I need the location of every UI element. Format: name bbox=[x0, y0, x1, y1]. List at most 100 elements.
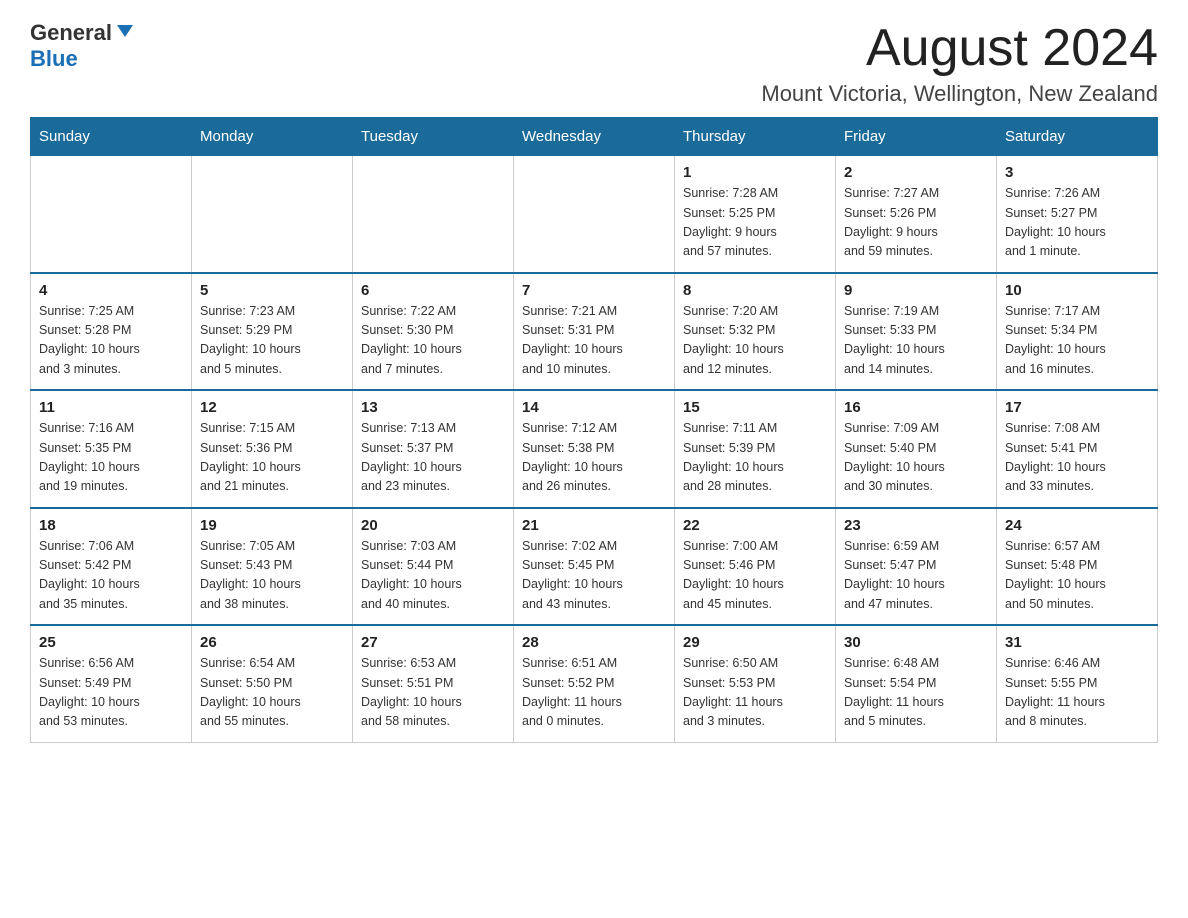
calendar-cell bbox=[514, 156, 675, 273]
day-number: 2 bbox=[844, 164, 988, 181]
calendar-cell: 20 Sunrise: 7:03 AMSunset: 5:44 PMDayligh… bbox=[353, 508, 514, 626]
logo-arrow-icon bbox=[115, 21, 135, 46]
calendar-header-row: SundayMondayTuesdayWednesdayThursdayFrid… bbox=[31, 118, 1158, 156]
day-info: Sunrise: 7:03 AMSunset: 5:44 PMDaylight:… bbox=[361, 537, 505, 615]
day-info: Sunrise: 7:05 AMSunset: 5:43 PMDaylight:… bbox=[200, 537, 344, 615]
day-number: 18 bbox=[39, 517, 183, 534]
calendar-table: SundayMondayTuesdayWednesdayThursdayFrid… bbox=[30, 117, 1158, 743]
calendar-cell: 30 Sunrise: 6:48 AMSunset: 5:54 PMDayligh… bbox=[836, 625, 997, 742]
day-info: Sunrise: 6:51 AMSunset: 5:52 PMDaylight:… bbox=[522, 654, 666, 732]
calendar-cell: 17Sunrise: 7:08 AMSunset: 5:41 PMDayligh… bbox=[997, 390, 1158, 508]
calendar-header-tuesday: Tuesday bbox=[353, 118, 514, 156]
day-number: 14 bbox=[522, 399, 666, 416]
calendar-cell: 26 Sunrise: 6:54 AMSunset: 5:50 PMDayligh… bbox=[192, 625, 353, 742]
calendar-cell: 8 Sunrise: 7:20 AMSunset: 5:32 PMDaylight… bbox=[675, 273, 836, 391]
calendar-cell: 5Sunrise: 7:23 AMSunset: 5:29 PMDaylight… bbox=[192, 273, 353, 391]
calendar-header-wednesday: Wednesday bbox=[514, 118, 675, 156]
day-number: 21 bbox=[522, 517, 666, 534]
day-info: Sunrise: 7:26 AMSunset: 5:27 PMDaylight:… bbox=[1005, 184, 1149, 262]
day-number: 9 bbox=[844, 282, 988, 299]
calendar-cell: 2 Sunrise: 7:27 AMSunset: 5:26 PMDaylight… bbox=[836, 156, 997, 273]
month-title: August 2024 bbox=[761, 20, 1158, 77]
calendar-cell: 25 Sunrise: 6:56 AMSunset: 5:49 PMDayligh… bbox=[31, 625, 192, 742]
day-info: Sunrise: 7:19 AMSunset: 5:33 PMDaylight:… bbox=[844, 302, 988, 380]
calendar-cell bbox=[192, 156, 353, 273]
day-info: Sunrise: 6:54 AMSunset: 5:50 PMDaylight:… bbox=[200, 654, 344, 732]
day-number: 26 bbox=[200, 634, 344, 651]
day-number: 30 bbox=[844, 634, 988, 651]
day-info: Sunrise: 6:53 AMSunset: 5:51 PMDaylight:… bbox=[361, 654, 505, 732]
logo: General Blue bbox=[30, 20, 135, 72]
day-info: Sunrise: 7:13 AMSunset: 5:37 PMDaylight:… bbox=[361, 419, 505, 497]
day-info: Sunrise: 7:28 AMSunset: 5:25 PMDaylight:… bbox=[683, 184, 827, 262]
day-number: 28 bbox=[522, 634, 666, 651]
day-number: 5 bbox=[200, 282, 344, 299]
day-info: Sunrise: 6:46 AMSunset: 5:55 PMDaylight:… bbox=[1005, 654, 1149, 732]
calendar-cell: 12Sunrise: 7:15 AMSunset: 5:36 PMDayligh… bbox=[192, 390, 353, 508]
day-info: Sunrise: 7:09 AMSunset: 5:40 PMDaylight:… bbox=[844, 419, 988, 497]
day-number: 27 bbox=[361, 634, 505, 651]
location-title: Mount Victoria, Wellington, New Zealand bbox=[761, 81, 1158, 107]
calendar-header-thursday: Thursday bbox=[675, 118, 836, 156]
calendar-cell bbox=[31, 156, 192, 273]
day-info: Sunrise: 7:00 AMSunset: 5:46 PMDaylight:… bbox=[683, 537, 827, 615]
day-info: Sunrise: 7:17 AMSunset: 5:34 PMDaylight:… bbox=[1005, 302, 1149, 380]
calendar-cell: 3 Sunrise: 7:26 AMSunset: 5:27 PMDaylight… bbox=[997, 156, 1158, 273]
logo-blue-text: Blue bbox=[30, 46, 78, 71]
day-number: 31 bbox=[1005, 634, 1149, 651]
day-info: Sunrise: 7:22 AMSunset: 5:30 PMDaylight:… bbox=[361, 302, 505, 380]
calendar-cell: 24 Sunrise: 6:57 AMSunset: 5:48 PMDayligh… bbox=[997, 508, 1158, 626]
day-number: 6 bbox=[361, 282, 505, 299]
calendar-header-saturday: Saturday bbox=[997, 118, 1158, 156]
day-info: Sunrise: 7:08 AMSunset: 5:41 PMDaylight:… bbox=[1005, 419, 1149, 497]
day-number: 8 bbox=[683, 282, 827, 299]
day-info: Sunrise: 7:02 AMSunset: 5:45 PMDaylight:… bbox=[522, 537, 666, 615]
calendar-cell: 7 Sunrise: 7:21 AMSunset: 5:31 PMDaylight… bbox=[514, 273, 675, 391]
calendar-cell: 23 Sunrise: 6:59 AMSunset: 5:47 PMDayligh… bbox=[836, 508, 997, 626]
logo-general-text: General bbox=[30, 20, 112, 46]
calendar-cell: 31 Sunrise: 6:46 AMSunset: 5:55 PMDayligh… bbox=[997, 625, 1158, 742]
calendar-cell: 9 Sunrise: 7:19 AMSunset: 5:33 PMDaylight… bbox=[836, 273, 997, 391]
day-info: Sunrise: 6:48 AMSunset: 5:54 PMDaylight:… bbox=[844, 654, 988, 732]
calendar-cell: 28 Sunrise: 6:51 AMSunset: 5:52 PMDayligh… bbox=[514, 625, 675, 742]
day-number: 20 bbox=[361, 517, 505, 534]
day-number: 25 bbox=[39, 634, 183, 651]
page-header: General Blue August 2024 Mount Victoria,… bbox=[30, 20, 1158, 107]
calendar-cell: 4Sunrise: 7:25 AMSunset: 5:28 PMDaylight… bbox=[31, 273, 192, 391]
day-info: Sunrise: 7:16 AMSunset: 5:35 PMDaylight:… bbox=[39, 419, 183, 497]
day-info: Sunrise: 6:56 AMSunset: 5:49 PMDaylight:… bbox=[39, 654, 183, 732]
day-info: Sunrise: 6:59 AMSunset: 5:47 PMDaylight:… bbox=[844, 537, 988, 615]
day-number: 15 bbox=[683, 399, 827, 416]
calendar-cell: 15 Sunrise: 7:11 AMSunset: 5:39 PMDayligh… bbox=[675, 390, 836, 508]
title-section: August 2024 Mount Victoria, Wellington, … bbox=[761, 20, 1158, 107]
day-number: 16 bbox=[844, 399, 988, 416]
calendar-week-row: 25 Sunrise: 6:56 AMSunset: 5:49 PMDayligh… bbox=[31, 625, 1158, 742]
calendar-cell: 16 Sunrise: 7:09 AMSunset: 5:40 PMDayligh… bbox=[836, 390, 997, 508]
calendar-cell: 10 Sunrise: 7:17 AMSunset: 5:34 PMDayligh… bbox=[997, 273, 1158, 391]
calendar-week-row: 18Sunrise: 7:06 AMSunset: 5:42 PMDayligh… bbox=[31, 508, 1158, 626]
day-info: Sunrise: 7:20 AMSunset: 5:32 PMDaylight:… bbox=[683, 302, 827, 380]
day-info: Sunrise: 6:50 AMSunset: 5:53 PMDaylight:… bbox=[683, 654, 827, 732]
day-info: Sunrise: 7:21 AMSunset: 5:31 PMDaylight:… bbox=[522, 302, 666, 380]
calendar-cell bbox=[353, 156, 514, 273]
day-info: Sunrise: 7:15 AMSunset: 5:36 PMDaylight:… bbox=[200, 419, 344, 497]
calendar-cell: 6 Sunrise: 7:22 AMSunset: 5:30 PMDaylight… bbox=[353, 273, 514, 391]
day-number: 7 bbox=[522, 282, 666, 299]
day-info: Sunrise: 6:57 AMSunset: 5:48 PMDaylight:… bbox=[1005, 537, 1149, 615]
day-number: 11 bbox=[39, 399, 183, 416]
day-number: 10 bbox=[1005, 282, 1149, 299]
calendar-week-row: 11 Sunrise: 7:16 AMSunset: 5:35 PMDayligh… bbox=[31, 390, 1158, 508]
day-number: 29 bbox=[683, 634, 827, 651]
day-number: 24 bbox=[1005, 517, 1149, 534]
calendar-header-monday: Monday bbox=[192, 118, 353, 156]
day-number: 22 bbox=[683, 517, 827, 534]
calendar-week-row: 1Sunrise: 7:28 AMSunset: 5:25 PMDaylight… bbox=[31, 156, 1158, 273]
day-number: 3 bbox=[1005, 164, 1149, 181]
day-info: Sunrise: 7:11 AMSunset: 5:39 PMDaylight:… bbox=[683, 419, 827, 497]
day-info: Sunrise: 7:12 AMSunset: 5:38 PMDaylight:… bbox=[522, 419, 666, 497]
calendar-cell: 27 Sunrise: 6:53 AMSunset: 5:51 PMDayligh… bbox=[353, 625, 514, 742]
day-number: 23 bbox=[844, 517, 988, 534]
day-info: Sunrise: 7:25 AMSunset: 5:28 PMDaylight:… bbox=[39, 302, 183, 380]
calendar-cell: 1Sunrise: 7:28 AMSunset: 5:25 PMDaylight… bbox=[675, 156, 836, 273]
day-info: Sunrise: 7:27 AMSunset: 5:26 PMDaylight:… bbox=[844, 184, 988, 262]
